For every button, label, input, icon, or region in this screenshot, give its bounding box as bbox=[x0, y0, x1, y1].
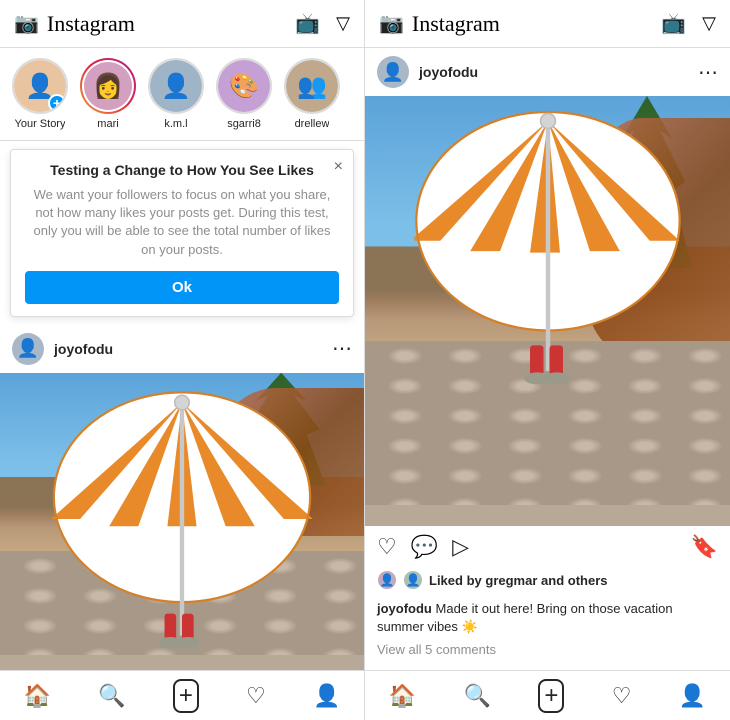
notification-banner: × Testing a Change to How You See Likes … bbox=[10, 149, 354, 317]
right-nav-search[interactable]: 🔍 bbox=[464, 683, 491, 709]
left-bottom-nav: 🏠 🔍 + ♡ 👤 bbox=[0, 670, 364, 720]
left-nav-heart[interactable]: ♡ bbox=[246, 683, 266, 709]
right-panel: 📷 Instagram 📺 ▽ 👤 joyofodu ⋯ bbox=[365, 0, 730, 720]
story-sgarri8[interactable]: 🎨 sgarri8 bbox=[216, 58, 272, 130]
left-nav-profile[interactable]: 👤 bbox=[313, 683, 340, 709]
right-nav-add[interactable]: + bbox=[538, 679, 564, 713]
umbrella-svg-right bbox=[398, 109, 697, 386]
notification-title: Testing a Change to How You See Likes bbox=[25, 162, 339, 178]
liked-by-label: Liked by bbox=[429, 573, 482, 588]
story-kml-label: k.m.l bbox=[164, 118, 187, 130]
camera-icon: 📷 bbox=[14, 11, 39, 36]
likes-avatar-1: 👤 bbox=[377, 570, 397, 590]
story-drellew-label: drellew bbox=[295, 118, 330, 130]
left-post-user: 👤 joyofodu bbox=[12, 333, 113, 365]
right-bottom-nav: 🏠 🔍 + ♡ 👤 bbox=[365, 670, 730, 720]
right-logo: 📷 Instagram bbox=[379, 11, 500, 37]
your-story-label: Your Story bbox=[15, 118, 66, 130]
story-drellew[interactable]: 👥 drellew bbox=[284, 58, 340, 130]
left-post-username[interactable]: joyofodu bbox=[54, 341, 113, 357]
right-post-header: 👤 joyofodu ⋯ bbox=[365, 48, 730, 96]
right-nav-profile[interactable]: 👤 bbox=[679, 683, 706, 709]
right-heart-button[interactable]: ♡ bbox=[377, 534, 397, 560]
right-share-button[interactable]: ▷ bbox=[452, 534, 469, 560]
add-story-badge: + bbox=[48, 94, 66, 112]
tv-icon-left[interactable]: 📺 bbox=[295, 11, 320, 36]
likes-others: and others bbox=[541, 573, 607, 588]
story-kml[interactable]: 👤 k.m.l bbox=[148, 58, 204, 130]
right-post-username[interactable]: joyofodu bbox=[419, 64, 478, 80]
your-story[interactable]: 👤 + Your Story bbox=[12, 58, 68, 130]
caption-username[interactable]: joyofodu bbox=[377, 601, 432, 616]
app-name-left: Instagram bbox=[47, 11, 135, 37]
story-mari[interactable]: 👩 mari bbox=[80, 58, 136, 130]
filter-icon-left[interactable]: ▽ bbox=[336, 13, 350, 34]
left-nav-search[interactable]: 🔍 bbox=[98, 683, 125, 709]
left-post-more-button[interactable]: ⋯ bbox=[332, 336, 352, 361]
right-nav-home[interactable]: 🏠 bbox=[389, 683, 416, 709]
right-post-image bbox=[365, 96, 730, 526]
left-nav-home[interactable]: 🏠 bbox=[24, 683, 51, 709]
app-name-right: Instagram bbox=[412, 11, 500, 37]
right-comment-button[interactable]: 💬 bbox=[411, 534, 438, 560]
right-bookmark-button[interactable]: 🔖 bbox=[691, 534, 718, 560]
left-nav-add[interactable]: + bbox=[173, 679, 199, 713]
tv-icon-right[interactable]: 📺 bbox=[661, 11, 686, 36]
camera-icon-right: 📷 bbox=[379, 11, 404, 36]
left-panel: 📷 Instagram 📺 ▽ 👤 + Your Story bbox=[0, 0, 365, 720]
notification-body: We want your followers to focus on what … bbox=[25, 186, 339, 259]
left-logo: 📷 Instagram bbox=[14, 11, 135, 37]
right-post-more-button[interactable]: ⋯ bbox=[698, 60, 718, 85]
left-post-header: 👤 joyofodu ⋯ bbox=[0, 325, 364, 373]
right-post-avatar: 👤 bbox=[377, 56, 409, 88]
umbrella-svg bbox=[36, 388, 327, 650]
right-view-comments-button[interactable]: View all 5 comments bbox=[365, 640, 730, 665]
right-post-actions: ♡ 💬 ▷ 🔖 bbox=[365, 526, 730, 568]
right-action-icons-left: ♡ 💬 ▷ bbox=[377, 534, 469, 560]
filter-icon-right[interactable]: ▽ bbox=[702, 13, 716, 34]
right-header-icons: 📺 ▽ bbox=[661, 11, 716, 36]
right-header: 📷 Instagram 📺 ▽ bbox=[365, 0, 730, 48]
right-post-caption: joyofodu Made it out here! Bring on thos… bbox=[365, 598, 730, 640]
story-sgarri8-label: sgarri8 bbox=[227, 118, 261, 130]
left-header: 📷 Instagram 📺 ▽ bbox=[0, 0, 364, 48]
right-post-user: 👤 joyofodu bbox=[377, 56, 478, 88]
left-header-icons: 📺 ▽ bbox=[295, 11, 350, 36]
stories-row: 👤 + Your Story 👩 mari 👤 bbox=[0, 48, 364, 141]
story-mari-label: mari bbox=[97, 118, 118, 130]
likes-avatars-row: 👤 👤 Liked by gregmar and others bbox=[377, 570, 718, 590]
left-post-image bbox=[0, 373, 364, 670]
right-nav-heart[interactable]: ♡ bbox=[612, 683, 632, 709]
notification-close-button[interactable]: × bbox=[334, 158, 343, 176]
left-post-avatar: 👤 bbox=[12, 333, 44, 365]
likes-text: Liked by gregmar and others bbox=[429, 573, 608, 588]
likes-avatar-2: 👤 bbox=[403, 570, 423, 590]
right-post-likes: 👤 👤 Liked by gregmar and others bbox=[365, 568, 730, 598]
likes-username[interactable]: gregmar bbox=[485, 573, 537, 588]
notification-ok-button[interactable]: Ok bbox=[25, 271, 339, 304]
